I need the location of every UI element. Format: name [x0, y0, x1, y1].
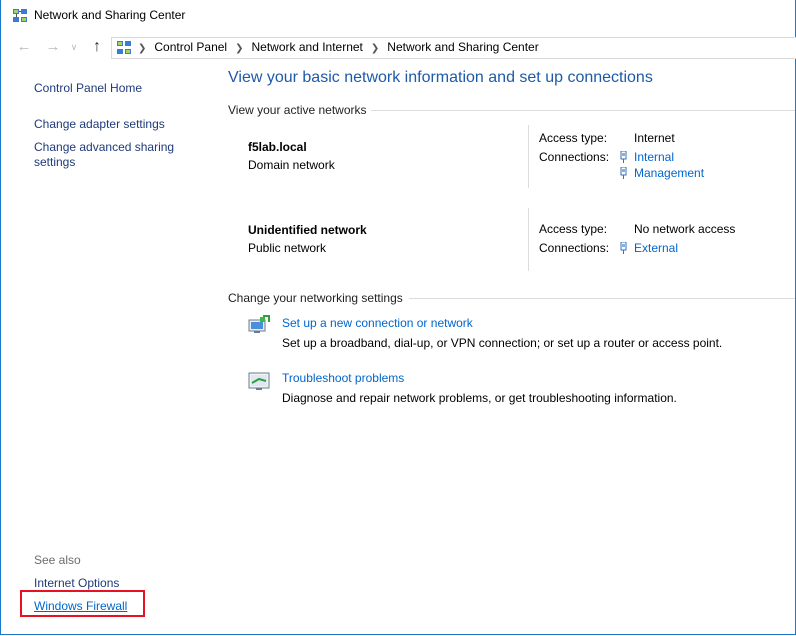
network-name: f5lab.local — [248, 140, 307, 154]
connection-link-external[interactable]: External — [619, 241, 678, 255]
breadcrumb: ❯ Control Panel ❯ Network and Internet ❯ Netw… — [138, 40, 539, 54]
breadcrumb-network-and-internet[interactable]: Network and Internet — [252, 40, 363, 54]
chevron-down-icon[interactable]: ∨ — [67, 36, 81, 58]
connection-name[interactable]: Internal — [634, 150, 674, 164]
network-name: Unidentified network — [248, 223, 367, 237]
breadcrumb-control-panel[interactable]: Control Panel — [154, 40, 227, 54]
see-also-label: See also — [34, 553, 81, 567]
window: Network and Sharing Center ← → ∨ ↑ ❯ Cont… — [0, 0, 796, 635]
chevron-right-icon[interactable]: ❯ — [371, 43, 379, 54]
access-type-label: Access type: — [539, 222, 608, 236]
change-advanced-sharing-link[interactable]: Change advanced sharing — [34, 140, 174, 155]
chevron-right-icon[interactable]: ❯ — [138, 43, 146, 54]
change-settings-header: Change your networking settings — [228, 291, 403, 305]
ethernet-icon — [620, 151, 627, 163]
connections-label: Connections: — [539, 241, 610, 255]
network-center-icon — [13, 9, 27, 22]
ethernet-icon — [620, 242, 627, 254]
internet-options-link[interactable]: Internet Options — [34, 576, 119, 591]
new-connection-link[interactable]: Set up a new connection or network — [282, 316, 473, 330]
address-bar[interactable]: ❯ Control Panel ❯ Network and Internet ❯ Netw… — [111, 37, 796, 59]
troubleshoot-link[interactable]: Troubleshoot problems — [282, 371, 404, 385]
window-title: Network and Sharing Center — [34, 8, 186, 22]
new-connection-icon — [248, 315, 270, 333]
change-adapter-settings-link[interactable]: Change adapter settings — [34, 117, 165, 132]
connections-label: Connections: — [539, 150, 610, 164]
chevron-right-icon[interactable]: ❯ — [235, 43, 243, 54]
network-center-icon — [117, 41, 131, 54]
connection-link-management[interactable]: Management — [619, 166, 704, 180]
access-type-label: Access type: — [539, 131, 608, 145]
breadcrumb-network-and-sharing-center[interactable]: Network and Sharing Center — [387, 40, 538, 54]
divider — [409, 298, 795, 299]
control-panel-home-link[interactable]: Control Panel Home — [34, 81, 142, 96]
change-advanced-sharing-link-line2[interactable]: settings — [34, 155, 75, 170]
up-arrow-icon[interactable]: ↑ — [87, 36, 107, 58]
task-description: Set up a broadband, dial-up, or VPN conn… — [282, 336, 723, 350]
left-pane: Control Panel Home Change adapter settin… — [1, 66, 211, 632]
network-type: Domain network — [248, 158, 335, 172]
active-networks-header: View your active networks — [228, 103, 367, 117]
divider — [528, 125, 529, 188]
navigation-bar: ← → ∨ ↑ ❯ Control Panel ❯ Network and Inter… — [1, 36, 796, 59]
back-arrow-icon[interactable]: ← — [14, 36, 34, 58]
forward-arrow-icon[interactable]: → — [43, 36, 63, 58]
connection-name[interactable]: External — [634, 241, 678, 255]
task-description: Diagnose and repair network problems, or… — [282, 391, 677, 405]
connection-name[interactable]: Management — [634, 166, 704, 180]
page-title: View your basic network information and … — [228, 69, 653, 86]
connection-link-internal[interactable]: Internal — [619, 150, 674, 164]
troubleshoot-icon — [248, 372, 270, 390]
divider — [528, 208, 529, 271]
divider — [371, 110, 795, 111]
ethernet-icon — [620, 167, 627, 179]
network-type: Public network — [248, 241, 327, 255]
access-type-value: No network access — [634, 222, 736, 236]
title-bar: Network and Sharing Center — [1, 0, 795, 32]
windows-firewall-link[interactable]: Windows Firewall — [34, 599, 127, 613]
access-type-value: Internet — [634, 131, 675, 145]
